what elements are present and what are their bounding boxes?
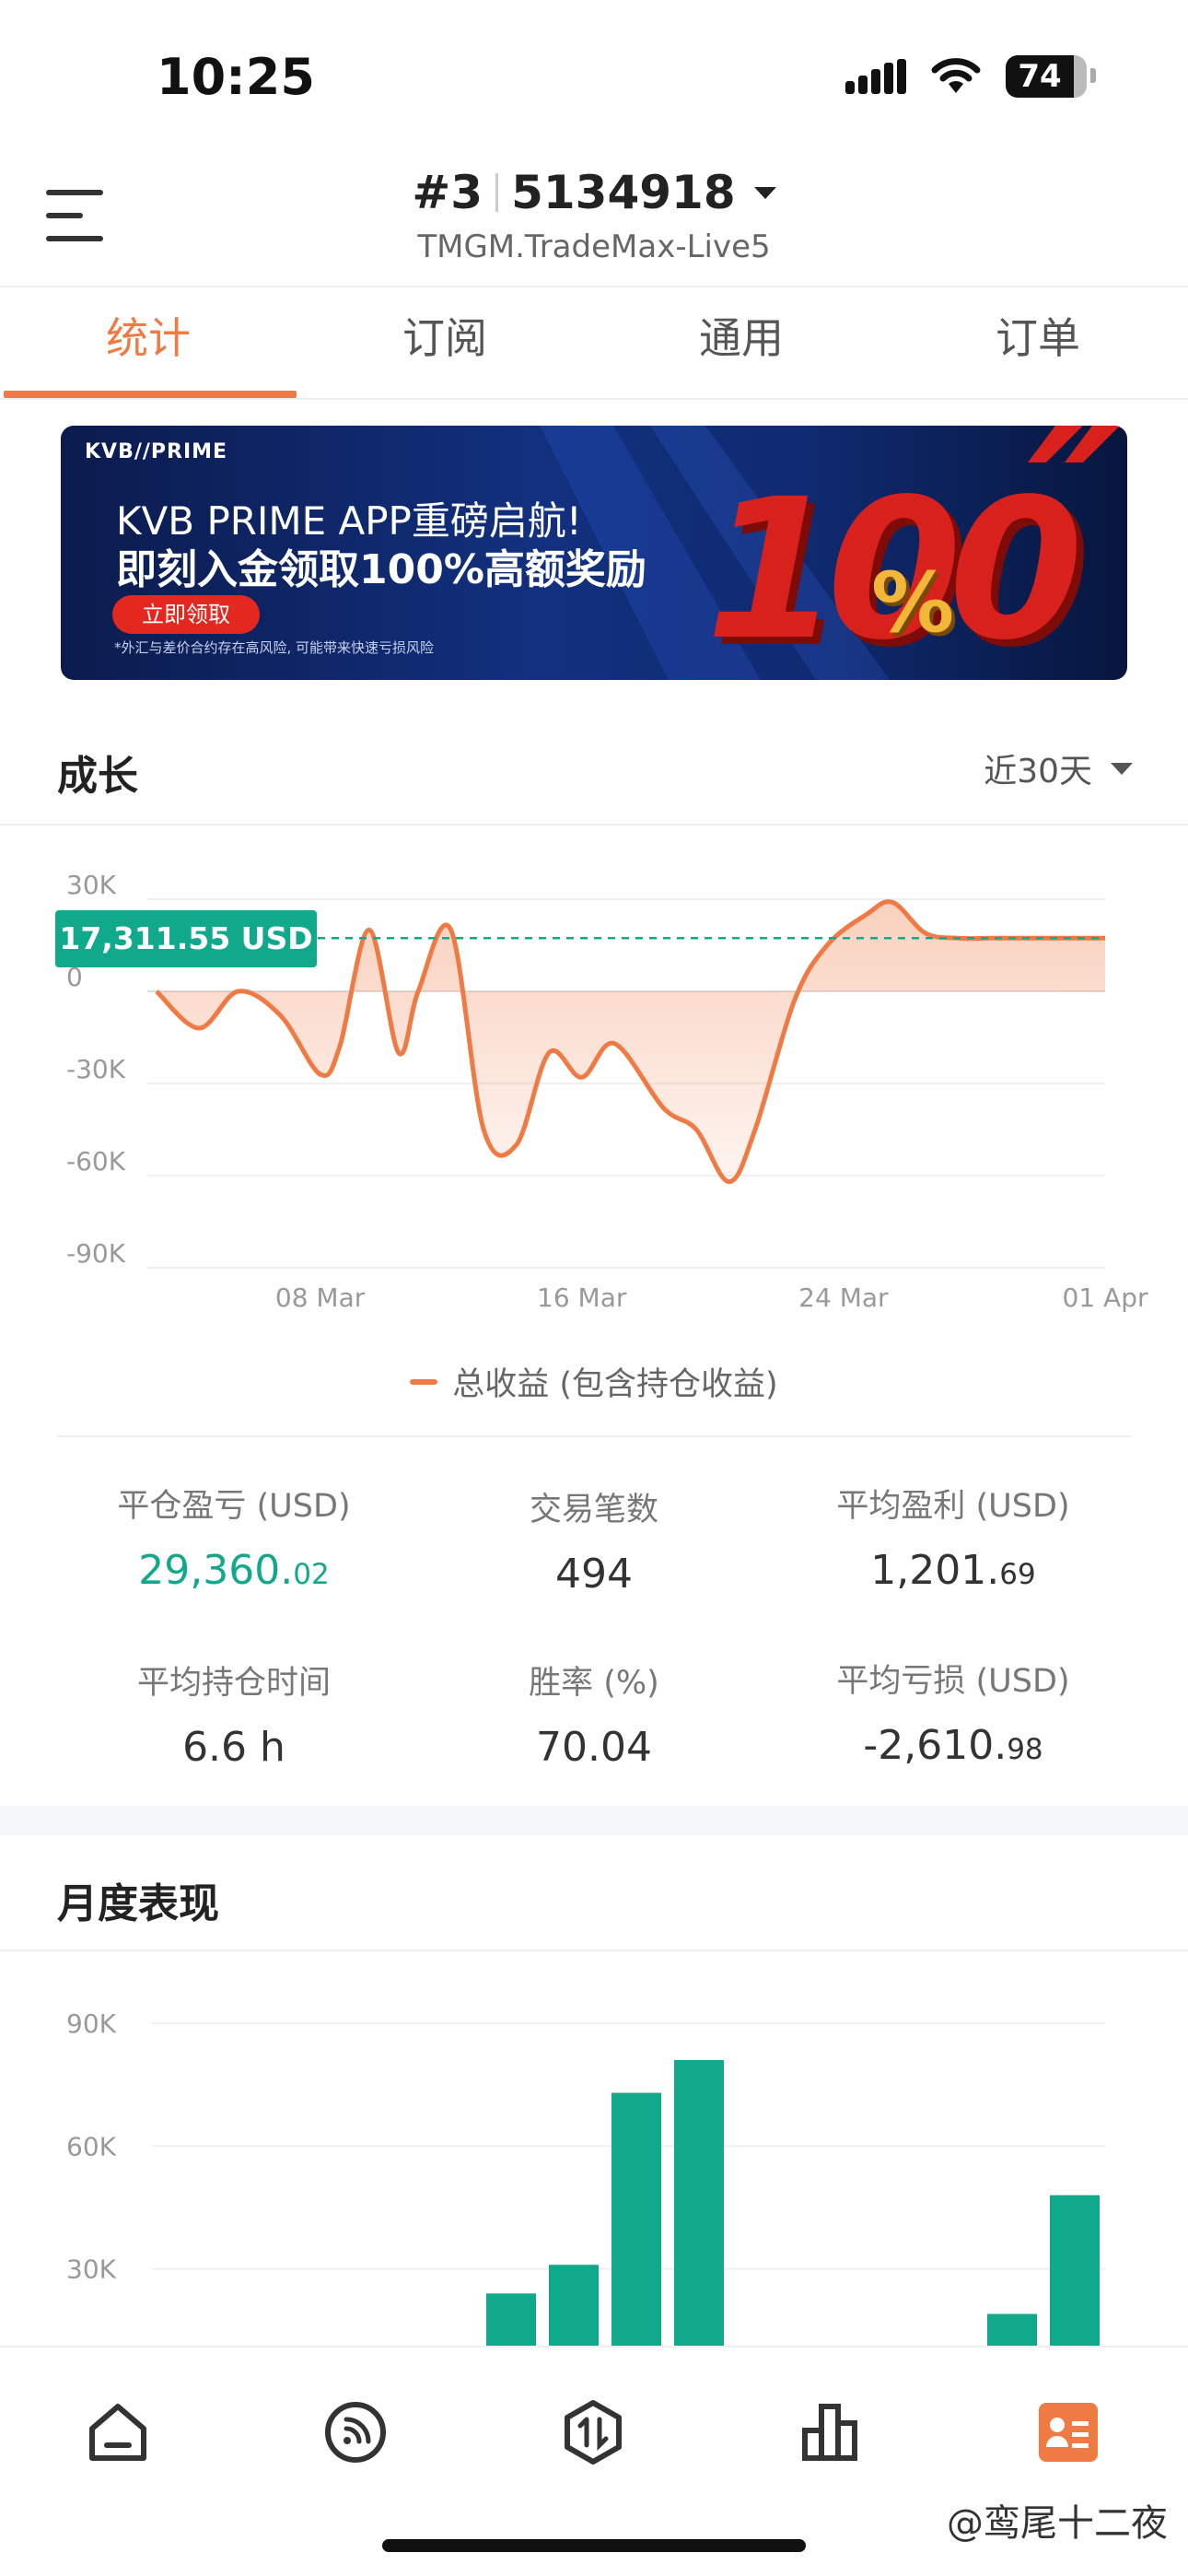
profile-card-icon[interactable] [1031,2395,1105,2469]
chevron-down-icon [1111,762,1133,775]
y-tick-label: 90K [66,2008,117,2039]
stat-avg-hold-time: 平均持仓时间 6.6 h [50,1657,418,1771]
monthly-title: 月度表现 [57,1880,219,1927]
tab-statistics[interactable]: 统计 [0,287,297,398]
banner-logo: KVB//PRIME [85,440,228,463]
account-number: #3 [412,166,483,219]
stat-value: -2,610.98 [863,1722,1043,1769]
tab-subscribe[interactable]: 订阅 [297,287,593,398]
range-selector[interactable]: 近30天 [984,744,1133,792]
account-server: TMGM.TradeMax-Live5 [417,228,771,265]
chart-icon[interactable] [794,2395,868,2469]
stat-avg-profit: 平均盈利 (USD) 1,201.69 [769,1480,1137,1594]
current-value-tag: 17,311.55 USD [55,910,317,967]
banner-claim-button[interactable]: 立即领取 [112,595,260,634]
stat-closed-pnl: 平仓盈亏 (USD) 29,360.02 [50,1480,418,1594]
y-tick-label: -60K [66,1146,126,1177]
y-tick-label: -30K [66,1054,126,1084]
stat-label: 平均持仓时间 [136,1665,331,1702]
bar [987,2313,1037,2346]
stat-label: 胜率 (%) [529,1665,659,1702]
stat-value: 1,201.69 [870,1547,1036,1594]
range-label: 近30天 [984,753,1092,790]
battery-level: 74 [1018,58,1062,95]
status-icons: 74 [845,55,1096,98]
bar [674,2060,724,2346]
stat-value: 6.6 h [182,1724,285,1771]
wifi-icon [931,58,981,93]
x-tick-label: 08 Mar [275,1282,366,1313]
stat-value: 494 [555,1551,633,1598]
tab-orders[interactable]: 订单 [890,287,1186,398]
x-tick-label: 24 Mar [798,1282,889,1313]
stat-trade-count: 交易笔数 494 [410,1483,778,1598]
x-tick-label: 01 Apr [1063,1282,1148,1313]
promo-banner[interactable]: KVB//PRIME KVB PRIME APP重磅启航! 即刻入金领取100%… [61,426,1127,680]
signal-icon [845,59,906,94]
account-selector[interactable]: #3 5134918 TMGM.TradeMax-Live5 [0,166,1188,265]
legend-label: 总收益 (包含持仓收益) [452,1366,778,1403]
y-tick-label: 30K [66,2254,117,2285]
legend-swatch [410,1378,438,1385]
stat-label: 交易笔数 [529,1492,658,1528]
section-divider [0,1806,1188,1835]
bar [486,2293,536,2346]
monthly-chart: 90K 60K 30K [66,2008,1105,2346]
bar [611,2092,661,2346]
chart-legend: 总收益 (包含持仓收益) [0,1358,1188,1405]
banner-percent: % [871,555,955,651]
growth-title: 成长 [57,753,138,800]
y-tick-label: 60K [66,2131,117,2161]
tab-general[interactable]: 通用 [593,287,890,398]
bar [1050,2195,1100,2346]
stat-label: 平均盈利 (USD) [836,1488,1070,1525]
stat-label: 平仓盈亏 (USD) [117,1488,351,1525]
stat-avg-loss: 平均亏损 (USD) -2,610.98 [769,1655,1137,1769]
stat-value: 29,360.02 [138,1547,330,1594]
stat-label: 平均亏损 (USD) [836,1663,1070,1700]
bar [549,2265,599,2346]
account-id: 5134918 [511,166,736,219]
chevron-down-icon [753,186,776,199]
feed-icon[interactable] [319,2395,392,2469]
status-time: 10:25 [157,48,315,106]
y-tick-label: 30K [66,870,117,900]
x-tick-label: 16 Mar [537,1282,627,1313]
banner-subtitle: 即刻入金领取100%高额奖励 [116,546,646,593]
stat-value: 70.04 [536,1724,652,1771]
y-tick-label: -90K [66,1238,126,1269]
watermark: @鸾尾十二夜 [947,2502,1168,2545]
trade-icon[interactable] [556,2395,630,2469]
tab-bar: 统计 订阅 通用 订单 [0,287,1188,398]
stat-win-rate: 胜率 (%) 70.04 [410,1657,778,1771]
home-indicator[interactable] [382,2539,806,2552]
banner-disclaimer: *外汇与差价合约存在高风险, 可能带来快速亏损风险 [114,639,435,656]
battery-icon: 74 [1006,55,1096,98]
home-icon[interactable] [81,2395,155,2469]
